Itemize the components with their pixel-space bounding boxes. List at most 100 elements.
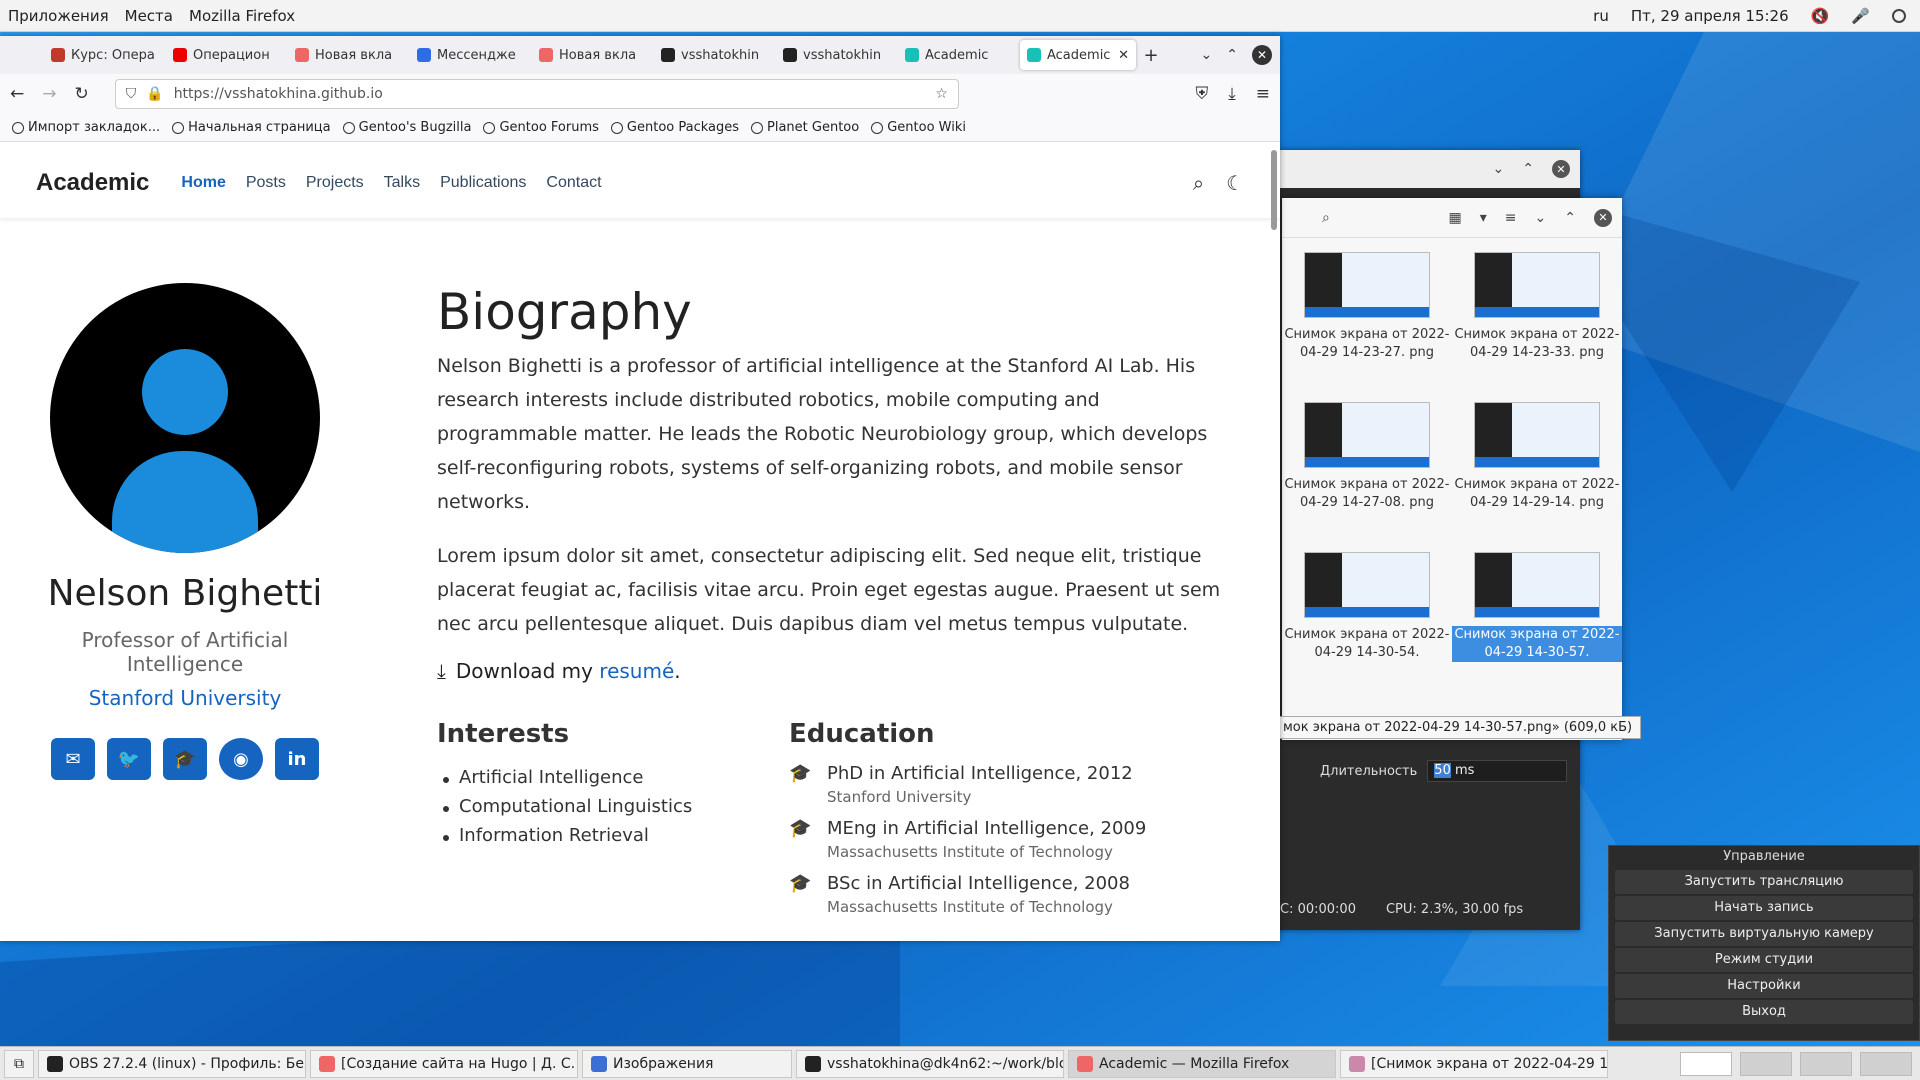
downloads-icon[interactable]: ⤓	[1228, 84, 1236, 104]
workspace-3[interactable]	[1800, 1051, 1852, 1076]
tab-3[interactable]: Мессендже	[410, 40, 528, 70]
applications-menu[interactable]: Приложения	[0, 7, 117, 25]
maximize-icon[interactable]: ⌃	[1564, 210, 1576, 226]
control-button[interactable]: Режим студии	[1615, 948, 1913, 972]
pocket-icon[interactable]: ⛨	[1195, 84, 1208, 104]
linkedin-icon[interactable]: in	[275, 738, 319, 780]
bookmark-item[interactable]: Импорт закладок...	[12, 120, 160, 135]
reload-icon[interactable]: ↻	[75, 84, 89, 104]
nav-home[interactable]: Home	[181, 174, 225, 192]
site-brand[interactable]: Academic	[36, 169, 149, 197]
scrollbar[interactable]	[1271, 150, 1277, 230]
minimize-icon[interactable]: ⌄	[1493, 161, 1505, 177]
power-icon[interactable]	[1892, 8, 1906, 23]
email-icon[interactable]: ✉	[51, 738, 95, 780]
taskbar-item[interactable]: [Снимок экрана от 2022-04-29 1...	[1340, 1049, 1608, 1078]
control-button[interactable]: Запустить трансляцию	[1615, 870, 1913, 894]
workspace-1[interactable]	[1680, 1051, 1732, 1076]
microphone-icon[interactable]: 🎤	[1851, 7, 1870, 25]
view-grid-icon[interactable]: ▦	[1449, 210, 1462, 226]
bookmark-star-icon[interactable]: ☆	[935, 86, 948, 102]
active-app-menu[interactable]: Mozilla Firefox	[181, 7, 303, 25]
forward-icon[interactable]: →	[42, 84, 56, 104]
maximize-icon[interactable]: ⌃	[1522, 161, 1534, 177]
bookmark-item[interactable]: Gentoo's Bugzilla	[342, 120, 471, 135]
taskbar-item[interactable]: Изображения	[582, 1049, 792, 1078]
minimize-icon[interactable]: ⌄	[1535, 210, 1547, 226]
nav-projects[interactable]: Projects	[306, 174, 364, 192]
back-icon[interactable]: ←	[10, 84, 24, 104]
globe-icon	[483, 121, 496, 134]
places-menu[interactable]: Места	[117, 7, 181, 25]
hamburger-menu-icon[interactable]: ≡	[1505, 210, 1517, 226]
show-desktop-button[interactable]: ⧉	[4, 1049, 34, 1078]
bookmark-label: Planet Gentoo	[767, 120, 860, 135]
close-tab-icon[interactable]: ✕	[1118, 48, 1129, 63]
interest-item: Computational Linguistics	[443, 796, 789, 817]
workspace-2[interactable]	[1740, 1051, 1792, 1076]
search-icon[interactable]: ⌕	[1193, 171, 1204, 195]
taskbar-item[interactable]: OBS 27.2.4 (linux) - Профиль: Без...	[38, 1049, 306, 1078]
bookmark-item[interactable]: Planet Gentoo	[751, 120, 859, 135]
file-item[interactable]: Снимок экрана от 2022-04-29 14-27-08. pn…	[1282, 402, 1452, 512]
duration-input[interactable]: 50 ms	[1427, 760, 1568, 782]
bookmark-item[interactable]: Gentoo Wiki	[871, 120, 966, 135]
maximize-icon[interactable]: ⌃	[1226, 47, 1238, 63]
tab-4[interactable]: Новая вкла	[532, 40, 650, 70]
tab-8[interactable]: Academic ✕	[1020, 40, 1136, 70]
close-icon[interactable]: ✕	[1552, 160, 1570, 178]
controls-title: Управление	[1723, 849, 1805, 864]
search-icon[interactable]: ⌕	[1322, 210, 1330, 226]
clock[interactable]: Пт, 29 апреля 15:26	[1631, 7, 1789, 25]
resume-link[interactable]: resumé	[599, 659, 674, 683]
file-item[interactable]: Снимок экрана от 2022-04-29 14-30-54.	[1282, 552, 1452, 662]
taskbar-item[interactable]: Academic — Mozilla Firefox	[1068, 1049, 1336, 1078]
control-button[interactable]: Начать запись	[1615, 896, 1913, 920]
lock-icon[interactable]: 🔒	[146, 86, 163, 102]
nav-posts[interactable]: Posts	[246, 174, 286, 192]
moon-icon[interactable]: ☾	[1226, 171, 1244, 195]
url-bar[interactable]: ⛉ 🔒 https://vsshatokhina.github.io ☆	[114, 79, 959, 109]
interest-item: Artificial Intelligence	[443, 767, 789, 788]
nav-contact[interactable]: Contact	[546, 174, 601, 192]
tab-2[interactable]: Новая вкла	[288, 40, 406, 70]
control-button[interactable]: Настройки	[1615, 974, 1913, 998]
chevron-down-icon[interactable]: ▾	[1480, 210, 1487, 226]
close-icon[interactable]: ✕	[1252, 45, 1272, 65]
twitter-icon[interactable]: 🐦	[107, 738, 151, 780]
graduation-cap-icon[interactable]: 🎓	[163, 738, 207, 780]
workspace-4[interactable]	[1860, 1051, 1912, 1076]
close-icon[interactable]: ✕	[1594, 208, 1612, 227]
file-item[interactable]: Снимок экрана от 2022-04-29 14-30-57.	[1452, 552, 1622, 662]
bookmark-item[interactable]: Gentoo Packages	[610, 120, 739, 135]
nav-publications[interactable]: Publications	[440, 174, 526, 192]
tab-7[interactable]: Academic	[898, 40, 1016, 70]
tab-5[interactable]: vsshatokhin	[654, 40, 772, 70]
file-item[interactable]: Снимок экрана от 2022-04-29 14-23-27. pn…	[1282, 252, 1452, 362]
duration-label: Длительность	[1320, 763, 1418, 779]
url-text[interactable]: https://vsshatokhina.github.io	[174, 86, 383, 102]
control-button[interactable]: Выход	[1615, 1000, 1913, 1024]
file-item[interactable]: Снимок экрана от 2022-04-29 14-23-33. pn…	[1452, 252, 1622, 362]
profile-organization[interactable]: Stanford University	[30, 686, 340, 710]
mute-icon[interactable]: 🔇	[1811, 7, 1830, 25]
tab-list-icon[interactable]: ⌄	[1201, 47, 1213, 63]
taskbar-item[interactable]: vsshatokhina@dk4n62:~/work/blo...	[796, 1049, 1064, 1078]
bookmark-item[interactable]: Gentoo Forums	[483, 120, 599, 135]
shield-icon[interactable]: ⛉	[126, 86, 137, 102]
education-degree: MEng in Artificial Intelligence, 2009	[827, 818, 1147, 839]
app-menu-icon[interactable]: ≡	[1256, 84, 1270, 104]
taskbar-item[interactable]: [Создание сайта на Hugo | Д. С. ...	[310, 1049, 578, 1078]
keyboard-layout[interactable]: ru	[1593, 7, 1609, 25]
tab-0[interactable]: Курс: Опера	[44, 40, 162, 70]
bookmark-item[interactable]: Начальная страница	[172, 120, 331, 135]
web-page: Academic Home Posts Projects Talks Publicati…	[0, 148, 1280, 941]
file-item[interactable]: Снимок экрана от 2022-04-29 14-29-14. pn…	[1452, 402, 1622, 512]
app-icon	[805, 1055, 821, 1072]
nav-talks[interactable]: Talks	[384, 174, 420, 192]
github-icon[interactable]: ◉	[219, 738, 263, 780]
tab-1[interactable]: Операцион	[166, 40, 284, 70]
control-button[interactable]: Запустить виртуальную камеру	[1615, 922, 1913, 946]
new-tab-button[interactable]: +	[1136, 45, 1166, 66]
tab-6[interactable]: vsshatokhin	[776, 40, 894, 70]
